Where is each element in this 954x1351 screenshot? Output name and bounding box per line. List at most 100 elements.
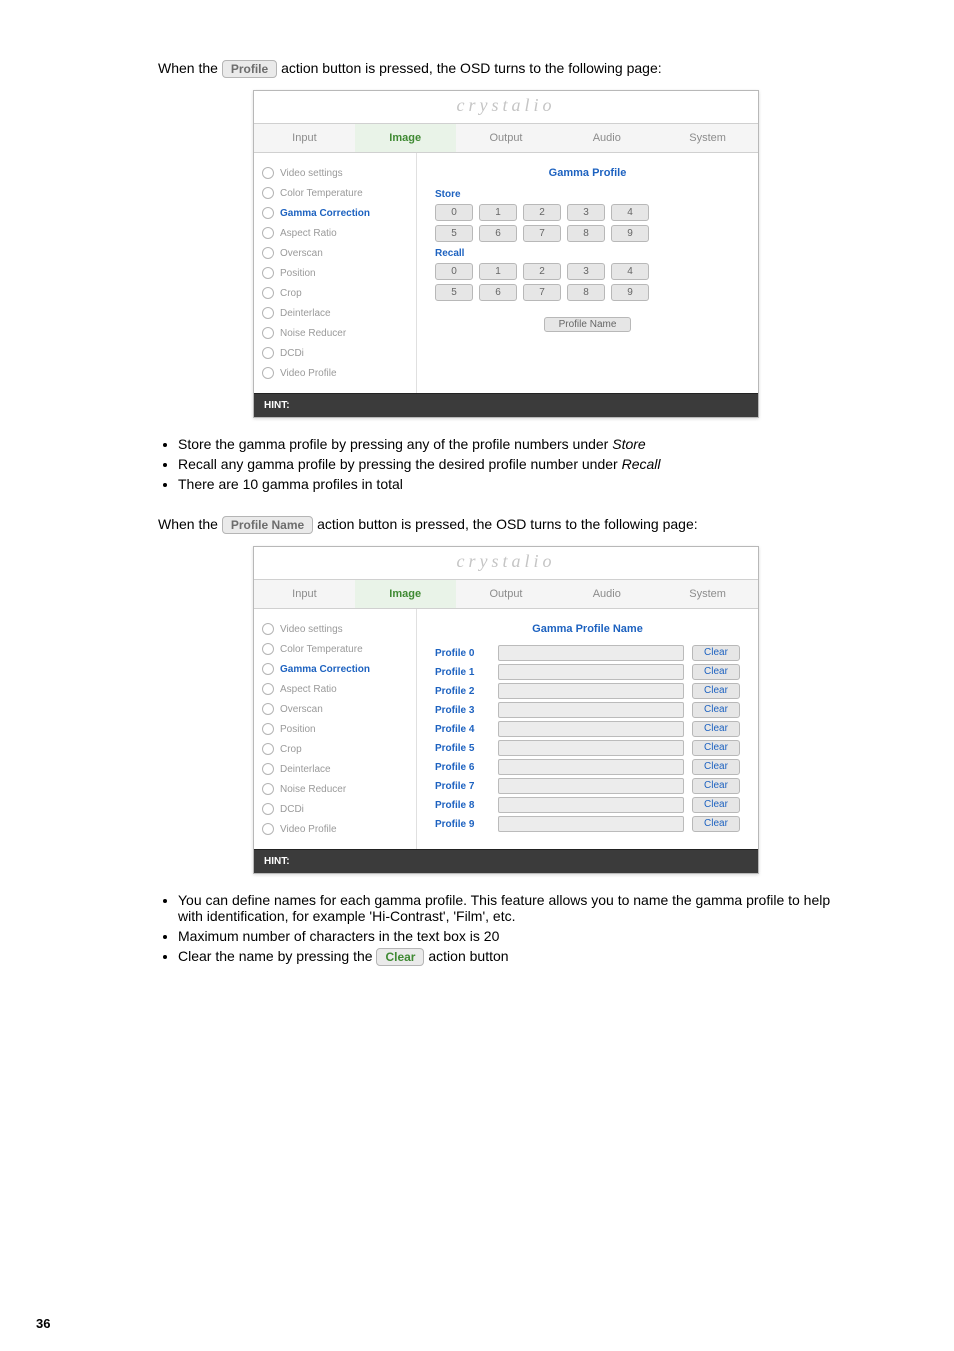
recall-slot[interactable]: 7 [523,284,561,301]
sidebar-item[interactable]: Gamma Correction [260,659,410,679]
clear-button[interactable]: Clear [692,645,740,661]
tab-input[interactable]: Input [254,124,355,152]
recall-slot[interactable]: 8 [567,284,605,301]
tab-bar: Input Image Output Audio System [254,123,758,153]
sidebar-item[interactable]: Video settings [260,163,410,183]
osd-gamma-profile-name: crystalio Input Image Output Audio Syste… [253,546,759,874]
recall-slot[interactable]: 4 [611,263,649,280]
profile-name-input[interactable] [498,759,684,775]
profile-row-label: Profile 2 [435,686,490,697]
list-item: Clear the name by pressing the Clear act… [178,948,854,966]
sidebar-item[interactable]: Gamma Correction [260,203,410,223]
profile-row-label: Profile 1 [435,667,490,678]
store-slot[interactable]: 9 [611,225,649,242]
list-item: You can define names for each gamma prof… [178,892,854,924]
page-number: 36 [36,1316,50,1331]
sidebar: Video settings Color Temperature Gamma C… [254,153,417,393]
sidebar-item[interactable]: Video Profile [260,819,410,839]
tab-audio[interactable]: Audio [556,124,657,152]
profile-row-label: Profile 0 [435,648,490,659]
profile-row-label: Profile 7 [435,781,490,792]
recall-slot[interactable]: 6 [479,284,517,301]
store-slot[interactable]: 1 [479,204,517,221]
list-item: Store the gamma profile by pressing any … [178,436,854,452]
tab-image[interactable]: Image [355,580,456,608]
recall-slot[interactable]: 3 [567,263,605,280]
clear-button[interactable]: Clear [692,683,740,699]
clear-button[interactable]: Clear [692,664,740,680]
sidebar-item[interactable]: Aspect Ratio [260,223,410,243]
clear-button[interactable]: Clear [692,778,740,794]
sidebar-item[interactable]: DCDi [260,343,410,363]
clear-button[interactable]: Clear [692,759,740,775]
sidebar-item[interactable]: DCDi [260,799,410,819]
recall-slot[interactable]: 0 [435,263,473,280]
profile-name-input[interactable] [498,645,684,661]
clear-button[interactable]: Clear [692,816,740,832]
clear-button[interactable]: Clear [692,797,740,813]
store-slot[interactable]: 5 [435,225,473,242]
profile-name-input[interactable] [498,797,684,813]
sidebar-item[interactable]: Noise Reducer [260,779,410,799]
profile-name-input[interactable] [498,721,684,737]
recall-slot[interactable]: 5 [435,284,473,301]
sidebar-item[interactable]: Noise Reducer [260,323,410,343]
sidebar-item[interactable]: Position [260,263,410,283]
clear-button[interactable]: Clear [692,702,740,718]
recall-label: Recall [435,248,740,259]
store-slot[interactable]: 6 [479,225,517,242]
clear-button-ref: Clear [376,948,424,966]
tab-output[interactable]: Output [456,580,557,608]
recall-slot[interactable]: 1 [479,263,517,280]
sidebar-item[interactable]: Video Profile [260,363,410,383]
store-slot[interactable]: 8 [567,225,605,242]
profile-row-label: Profile 5 [435,743,490,754]
profile-name-input[interactable] [498,778,684,794]
store-label: Store [435,189,740,200]
sidebar-item[interactable]: Color Temperature [260,183,410,203]
sidebar-item[interactable]: Crop [260,283,410,303]
clear-button[interactable]: Clear [692,740,740,756]
tab-system[interactable]: System [657,124,758,152]
panel-title: Gamma Profile Name [435,623,740,635]
sidebar-item[interactable]: Crop [260,739,410,759]
list-item: Recall any gamma profile by pressing the… [178,456,854,472]
clear-button[interactable]: Clear [692,721,740,737]
sidebar-item[interactable]: Overscan [260,243,410,263]
profile-row-label: Profile 4 [435,724,490,735]
recall-slot[interactable]: 9 [611,284,649,301]
tab-image[interactable]: Image [355,124,456,152]
sidebar-item[interactable]: Color Temperature [260,639,410,659]
store-slot[interactable]: 7 [523,225,561,242]
profile-button-ref: Profile [222,60,277,78]
profile-name-input[interactable] [498,702,684,718]
profile-name-button[interactable]: Profile Name [544,317,632,332]
profile-name-input[interactable] [498,740,684,756]
profile-name-button-ref: Profile Name [222,516,313,534]
panel-title: Gamma Profile [435,167,740,179]
recall-slot[interactable]: 2 [523,263,561,280]
sidebar-item[interactable]: Aspect Ratio [260,679,410,699]
store-slot[interactable]: 2 [523,204,561,221]
store-slot[interactable]: 0 [435,204,473,221]
hint-bar: HINT: [254,849,758,873]
profile-row-label: Profile 9 [435,819,490,830]
intro-text-2: When the Profile Name action button is p… [158,516,854,534]
store-slot[interactable]: 3 [567,204,605,221]
sidebar-item[interactable]: Deinterlace [260,303,410,323]
sidebar-item[interactable]: Overscan [260,699,410,719]
sidebar-item[interactable]: Deinterlace [260,759,410,779]
hint-bar: HINT: [254,393,758,417]
profile-name-input[interactable] [498,683,684,699]
tab-output[interactable]: Output [456,124,557,152]
profile-name-input[interactable] [498,816,684,832]
store-slot[interactable]: 4 [611,204,649,221]
brand-logo: crystalio [254,91,758,123]
sidebar: Video settings Color Temperature Gamma C… [254,609,417,849]
profile-name-input[interactable] [498,664,684,680]
sidebar-item[interactable]: Video settings [260,619,410,639]
sidebar-item[interactable]: Position [260,719,410,739]
tab-system[interactable]: System [657,580,758,608]
tab-input[interactable]: Input [254,580,355,608]
tab-audio[interactable]: Audio [556,580,657,608]
